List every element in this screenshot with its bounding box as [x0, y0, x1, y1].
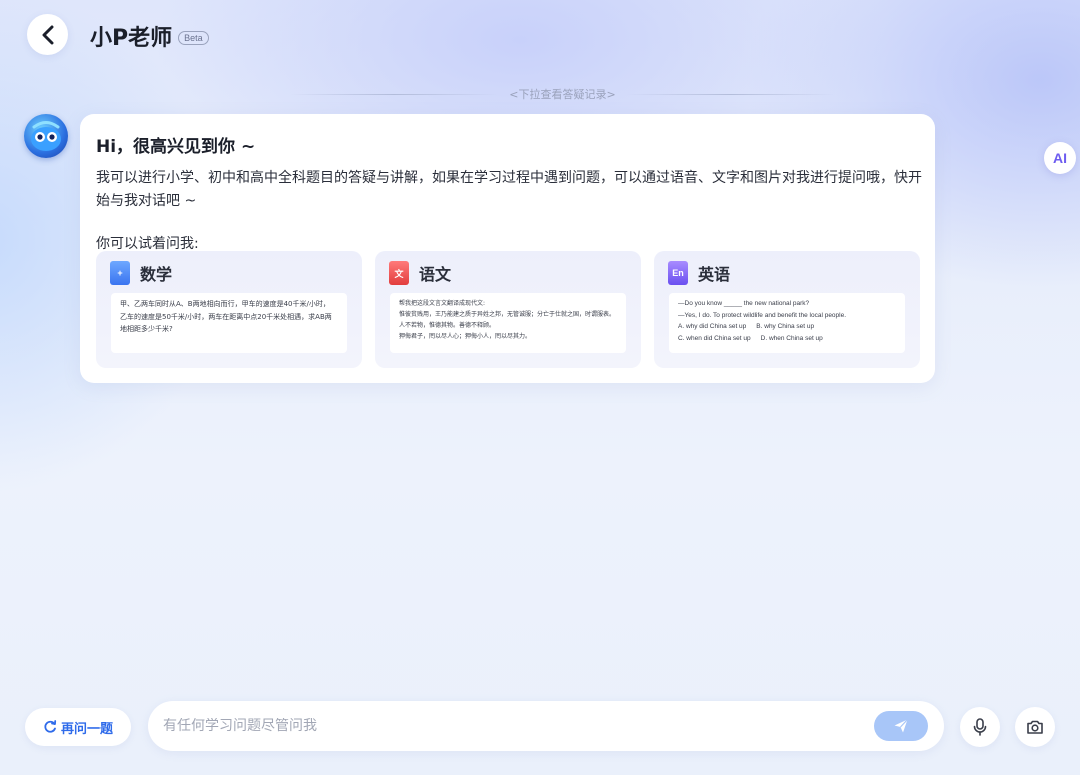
chinese-book-icon: 文 — [389, 261, 409, 285]
answer-options: A. why did China set up B. why China set… — [678, 321, 896, 333]
sample-line: 帮我把这段文言文翻译成现代文: — [399, 300, 486, 307]
subject-name: 数学 — [140, 265, 173, 284]
english-book-icon: En — [668, 261, 688, 285]
option-b: B. why China set up — [756, 323, 815, 330]
refresh-icon — [44, 720, 57, 733]
ask-again-button[interactable]: 再问一题 — [25, 708, 131, 746]
assistant-avatar — [24, 114, 68, 158]
math-book-icon: + — [110, 261, 130, 285]
answer-options: C. when did China set up D. when China s… — [678, 333, 896, 345]
history-hint-text: <下拉查看答疑记录> — [509, 88, 616, 101]
intro-text: 我可以进行小学、初中和高中全科题目的答疑与讲解，如果在学习过程中遇到问题，可以通… — [96, 170, 922, 209]
sample-line: —Yes, I do. To protect wildlife and bene… — [678, 311, 847, 319]
sample-line: 甲、乙两车同时从A、B两地相向而行，甲车的速度是40千米/小时， — [120, 300, 330, 308]
sample-question: 帮我把这段文言文翻译成现代文: 惟彼贫贱用，王乃能建之质于异姓之邦，无管诚服；分… — [390, 293, 626, 353]
chevron-left-icon — [42, 25, 53, 44]
send-button[interactable] — [874, 711, 928, 741]
option-d: D. when China set up — [760, 334, 823, 342]
try-asking-label: 你可以试着问我: — [96, 236, 199, 252]
question-input-box — [148, 701, 944, 751]
microphone-icon — [973, 718, 987, 736]
subject-card-english[interactable]: En 英语 —Do you know _____ the new nationa… — [654, 251, 920, 368]
sample-question: 甲、乙两车同时从A、B两地相向而行，甲车的速度是40千米/小时， 乙车的速度是5… — [111, 293, 347, 353]
send-icon — [894, 719, 908, 733]
subject-card-chinese[interactable]: 文 语文 帮我把这段文言文翻译成现代文: 惟彼贫贱用，王乃能建之质于异姓之邦，无… — [375, 251, 641, 368]
title-bar: 小P老师 Beta — [90, 20, 209, 52]
subject-name: 英语 — [698, 265, 731, 284]
divider — [625, 93, 835, 95]
ai-assistant-button[interactable]: AI — [1044, 142, 1076, 174]
assistant-message-card: Hi，很高兴见到你 ~ 我可以进行小学、初中和高中全科题目的答疑与讲解，如果在学… — [80, 114, 935, 383]
history-hint[interactable]: <下拉查看答疑记录> — [290, 86, 835, 102]
voice-button[interactable] — [960, 707, 1000, 747]
ask-again-label: 再问一题 — [60, 721, 113, 737]
beta-badge: Beta — [178, 30, 209, 45]
subject-card-math[interactable]: + 数学 甲、乙两车同时从A、B两地相向而行，甲车的速度是40千米/小时， 乙车… — [96, 251, 362, 368]
question-input[interactable] — [163, 718, 853, 734]
sample-line: 地相距多少千米? — [120, 325, 173, 333]
sample-question: —Do you know _____ the new national park… — [669, 293, 905, 353]
greeting-text: Hi，很高兴见到你 ~ — [96, 137, 256, 157]
back-button[interactable] — [27, 14, 68, 55]
sample-line: 乙车的速度是50千米/小时，两车在距离中点20千米处相遇，求AB两 — [120, 312, 332, 321]
camera-icon — [1027, 720, 1043, 734]
sample-line: 人不若物，惟德其物。善德不释顾。 — [399, 322, 496, 329]
sample-line: 狎侮君子，罔以尽人心；狎侮小人，罔以尽其力。 — [399, 333, 532, 340]
divider — [290, 93, 500, 95]
subject-suggestions: + 数学 甲、乙两车同时从A、B两地相向而行，甲车的速度是40千米/小时， 乙车… — [96, 251, 920, 368]
option-a: A. why did China set up — [678, 323, 747, 330]
robot-icon — [31, 121, 61, 151]
camera-button[interactable] — [1015, 707, 1055, 747]
ai-badge-label: AI — [1053, 150, 1067, 166]
sample-line: 惟彼贫贱用，王乃能建之质于异姓之邦，无管诚服；分亡于仕就之国，时谓服表。 — [399, 311, 616, 318]
subject-name: 语文 — [419, 265, 452, 284]
option-c: C. when did China set up — [678, 334, 751, 342]
page-title: 小P老师 — [90, 26, 173, 51]
sample-line: —Do you know _____ the new national park… — [678, 300, 810, 307]
